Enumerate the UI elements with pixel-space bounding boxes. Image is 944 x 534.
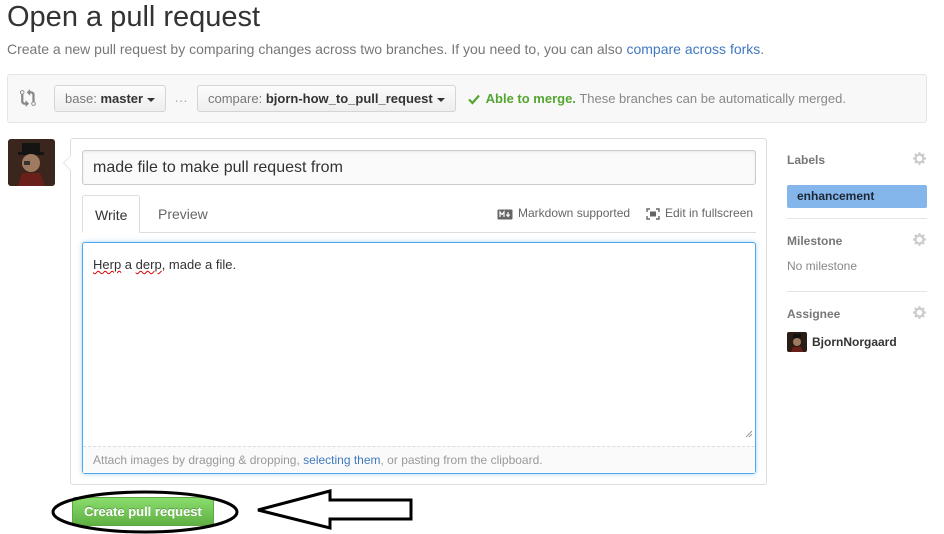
compare-across-forks-link[interactable]: compare across forks [626, 41, 760, 57]
chevron-down-icon [147, 97, 156, 102]
avatar [8, 139, 55, 186]
select-files-link[interactable]: selecting them [303, 453, 380, 467]
gear-icon[interactable] [912, 305, 927, 325]
page-subtitle: Create a new pull request by comparing c… [7, 41, 764, 57]
git-compare-icon [20, 89, 38, 112]
tab-preview[interactable]: Preview [146, 195, 220, 233]
markdown-icon [497, 209, 513, 220]
spellcheck-word: derp [135, 257, 162, 272]
base-prefix: base: [65, 91, 97, 106]
merge-status: Able to merge. These branches can be aut… [468, 91, 846, 108]
milestone-section: Milestone No milestone [787, 232, 927, 273]
resize-handle-icon[interactable] [745, 425, 753, 443]
milestone-heading: Milestone [787, 234, 843, 248]
gear-icon[interactable] [912, 151, 927, 171]
pr-title-input[interactable] [82, 150, 756, 185]
page-title: Open a pull request [7, 1, 261, 33]
base-branch-name: master [100, 91, 144, 106]
compare-prefix: compare: [208, 91, 263, 106]
body-text-part: a [121, 257, 136, 272]
gear-icon[interactable] [912, 232, 927, 252]
compare-range-bar: base: master … compare: bjorn-how_to_pul… [7, 74, 927, 123]
chevron-down-icon [436, 97, 445, 102]
tab-write[interactable]: Write [82, 195, 141, 233]
labels-heading: Labels [787, 153, 826, 167]
subtitle-text: Create a new pull request by comparing c… [7, 41, 627, 57]
spellcheck-word: Herp [93, 257, 122, 272]
pr-body-textarea[interactable]: Herp a derp, made a file. Attach images … [82, 242, 756, 474]
pr-body-text: Herp a derp, made a file. [93, 257, 236, 272]
fullscreen-label: Edit in fullscreen [665, 206, 754, 220]
attach-hint-suffix: , or pasting from the clipboard. [380, 453, 543, 467]
markdown-label: Markdown supported [518, 206, 631, 220]
arrow-left-icon [257, 489, 413, 530]
body-text-part: , made a file. [161, 257, 237, 272]
range-ellipsis: … [174, 89, 188, 105]
label-enhancement[interactable]: enhancement [787, 185, 927, 208]
milestone-value: No milestone [787, 259, 858, 273]
assignee-section: Assignee BjornNorgaard [787, 305, 927, 352]
fullscreen-icon [646, 208, 660, 220]
attach-hint-text: Attach images by dragging & dropping, [93, 453, 304, 467]
create-pull-request-button[interactable]: Create pull request [72, 497, 214, 526]
edit-fullscreen-link[interactable]: Edit in fullscreen [646, 206, 753, 220]
compare-branch-name: bjorn-how_to_pull_request [265, 91, 433, 106]
merge-detail-text: These branches can be automatically merg… [579, 91, 846, 106]
assignee-heading: Assignee [787, 307, 841, 321]
markdown-supported-link[interactable]: Markdown supported [497, 206, 630, 220]
assignee-link[interactable]: BjornNorgaard [787, 332, 897, 352]
check-icon [468, 93, 480, 108]
base-branch-select[interactable]: base: master [54, 85, 167, 112]
pull-request-form: Write Preview Markdown supported Edit in… [63, 138, 767, 485]
merge-ok-text: Able to merge. [485, 91, 576, 106]
assignee-name: BjornNorgaard [812, 335, 897, 349]
avatar [787, 332, 807, 352]
compare-branch-select[interactable]: compare: bjorn-how_to_pull_request [197, 85, 456, 112]
labels-section: Labels enhancement [787, 151, 927, 208]
sidebar-divider [787, 291, 927, 292]
attach-images-hint: Attach images by dragging & dropping, se… [83, 446, 755, 473]
subtitle-period: . [760, 41, 765, 57]
sidebar-divider [787, 218, 927, 219]
